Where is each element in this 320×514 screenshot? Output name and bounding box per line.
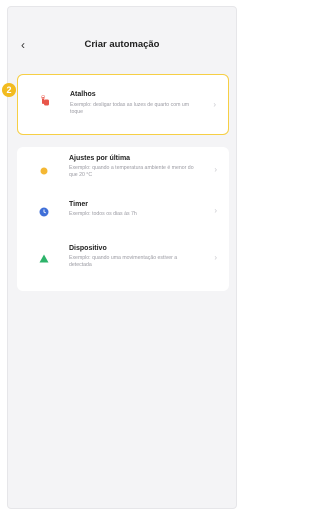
timer-icon xyxy=(39,207,49,217)
weather-icon xyxy=(40,167,48,175)
chevron-right-icon: › xyxy=(214,206,217,215)
shortcut-card: Atalhos Exemplo: desligar todas as luzes… xyxy=(17,74,229,135)
item-description: Exemplo: desligar todas as luzes de quar… xyxy=(70,102,190,115)
step-number-badge: 2 xyxy=(2,83,16,97)
chevron-right-icon: › xyxy=(214,253,217,262)
chevron-right-icon: › xyxy=(213,100,216,109)
device-icon xyxy=(39,254,49,263)
list-item-weather[interactable]: Ajustes por última Exemplo: quando a tem… xyxy=(17,153,229,189)
item-description: Exemplo: quando uma movimentação estiver… xyxy=(69,255,178,268)
item-title: Atalhos xyxy=(70,91,96,98)
chevron-right-icon: › xyxy=(214,165,217,174)
item-description: Exemplo: todos os dias às 7h xyxy=(69,211,137,217)
list-item-device[interactable]: Dispositivo Exemplo: quando uma moviment… xyxy=(17,245,229,281)
hand-tap-icon xyxy=(41,95,49,106)
list-item-shortcuts[interactable]: Atalhos Exemplo: desligar todas as luzes… xyxy=(18,75,228,133)
item-description: Exemplo: quando a temperatura ambiente é… xyxy=(69,165,194,178)
page-title: Criar automação xyxy=(84,39,160,50)
item-title: Timer xyxy=(69,201,88,208)
list-item-timer[interactable]: Timer Exemplo: todos os dias às 7h › xyxy=(17,199,229,235)
phone-screen: ‹ Criar automação Atalhos Exemplo: desli… xyxy=(7,6,237,509)
item-title: Dispositivo xyxy=(69,245,107,252)
item-title: Ajustes por última xyxy=(69,155,131,162)
automation-type-card: Ajustes por última Exemplo: quando a tem… xyxy=(17,147,229,291)
page-header: ‹ Criar automação xyxy=(8,37,236,57)
